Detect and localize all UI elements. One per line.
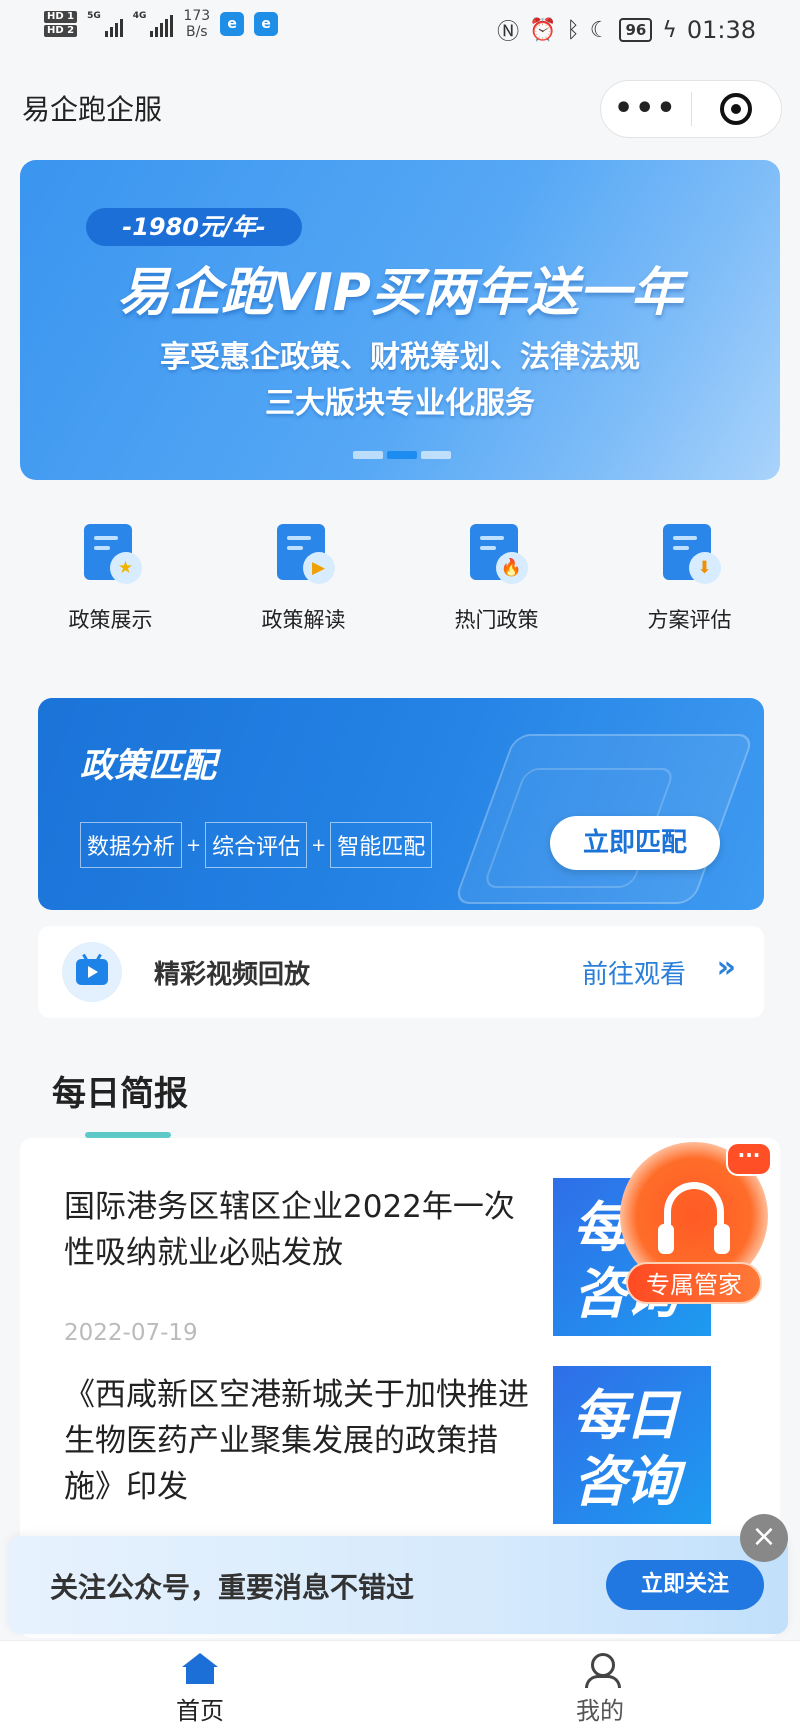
signal-5g-icon: 5G [87,11,123,37]
plan-evaluate-icon: ⬇ [657,520,723,590]
tag-data-analysis: 数据分析 [80,822,183,868]
follow-official-account-bar: 关注公众号，重要消息不错过 立即关注 [8,1536,788,1634]
nfc-icon: Ⓝ [497,20,520,45]
manager-label: 专属管家 [626,1262,762,1304]
app-notification-icon: e [254,12,279,36]
daily-brief-title: 每日简报 [52,1074,188,1114]
chat-bubble-icon: ··· [728,1144,770,1174]
video-replay-bar[interactable]: 精彩视频回放 前往观看 » [38,926,764,1018]
go-watch-link[interactable]: 前往观看 [582,954,686,991]
charging-icon: ϟ [662,17,677,43]
news-title[interactable]: 《西咸新区空港新城关于加快推进生物医药产业聚集发展的政策措施》印发 [64,1372,534,1510]
user-icon [582,1653,621,1688]
signal-4g-icon: 4G [133,11,174,37]
battery-indicator: 96 [619,18,653,42]
promo-banner[interactable]: -1980元/年- 易企跑VIP买两年送一年 享受惠企政策、财税筹划、法律法规 … [20,160,780,480]
policy-match-tags: 数据分析 + 综合评估 + 智能匹配 [80,822,433,868]
shortcut-plan-evaluate[interactable]: ⬇ 方案评估 [600,520,780,634]
bottom-tab-bar: 首页 我的 [0,1640,800,1733]
price-tag: -1980元/年- [86,208,302,246]
network-speed: 173 B/s [183,8,211,40]
tab-mine[interactable]: 我的 [540,1653,660,1726]
tag-comprehensive-eval: 综合评估 [205,822,308,868]
shortcut-hot-policy[interactable]: 🔥 热门政策 [407,520,587,634]
home-icon [182,1653,218,1685]
banner-headline: 易企跑VIP买两年送一年 [117,263,683,323]
exclusive-manager-button[interactable]: ··· 专属管家 [620,1142,770,1304]
tab-home[interactable]: 首页 [140,1653,260,1726]
shortcut-policy-interpret[interactable]: ▶ 政策解读 [214,520,394,634]
clock: 01:38 [686,16,756,44]
banner-subtitle: 三大版块专业化服务 [265,386,535,421]
news-date: 2022-07-19 [64,1320,198,1346]
video-replay-title: 精彩视频回放 [154,960,311,990]
alarm-icon: ⏰ [529,17,557,43]
hot-policy-icon: 🔥 [464,520,530,590]
news-thumbnail[interactable]: 每日 咨询 [553,1366,711,1524]
banner-subtitle: 享受惠企政策、财税筹划、法律法规 [160,340,640,375]
moon-icon: ☾ [589,17,610,43]
policy-match-title: 政策匹配 [80,746,216,786]
policy-match-card[interactable]: 政策匹配 数据分析 + 综合评估 + 智能匹配 立即匹配 [38,698,764,910]
bluetooth-icon: ᛒ [566,17,580,43]
carousel-indicator [353,451,451,459]
close-miniprogram-icon[interactable] [692,93,782,125]
title-bar: 易企跑企服 ••• [0,70,800,144]
miniprogram-capsule: ••• [600,80,782,138]
shortcut-grid: ★ 政策展示 ▶ 政策解读 🔥 热门政策 ⬇ 方案评估 [0,520,800,634]
hd-indicator: HD 1 HD 2 [44,11,78,37]
app-notification-icon: e [220,12,245,36]
status-bar: HD 1 HD 2 5G 4G 173 B/s e e Ⓝ ⏰ ᛒ ☾ 96 ϟ… [0,0,800,60]
double-chevron-right-icon[interactable]: » [717,950,736,985]
follow-now-button[interactable]: 立即关注 [606,1560,764,1610]
news-title[interactable]: 国际港务区辖区企业2022年一次性吸纳就业必贴发放 [64,1184,534,1276]
match-now-button[interactable]: 立即匹配 [550,816,720,870]
more-icon[interactable]: ••• [601,94,691,124]
follow-prompt-text: 关注公众号，重要消息不错过 [50,1571,415,1604]
close-icon[interactable]: × [740,1514,788,1562]
tv-icon [62,942,122,1002]
shortcut-policy-display[interactable]: ★ 政策展示 [21,520,201,634]
policy-display-icon: ★ [78,520,144,590]
policy-interpret-icon: ▶ [271,520,337,590]
tag-smart-match: 智能匹配 [330,822,433,868]
page-title: 易企跑企服 [22,93,163,126]
